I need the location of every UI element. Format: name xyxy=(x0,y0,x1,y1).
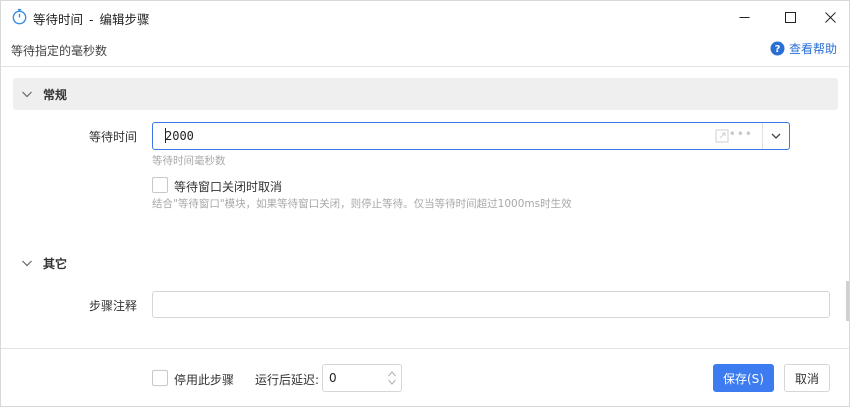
wait-time-label: 等待时间 xyxy=(88,130,137,144)
maximize-icon xyxy=(784,11,796,23)
close-button[interactable] xyxy=(807,1,850,33)
cancel-on-close-checkbox[interactable] xyxy=(152,177,168,193)
title-bar[interactable]: 等待时间 - 编辑步骤 xyxy=(1,1,849,33)
cancel-on-close-hint: 结合"等待窗口"模块，如果等待窗口关闭，则停止等待。仅当等待时间超过1000ms… xyxy=(152,198,572,210)
expand-editor-icon[interactable] xyxy=(715,129,729,143)
delay-label: 运行后延迟: xyxy=(255,373,320,387)
delay-spinbox[interactable]: 0 xyxy=(322,364,402,392)
wait-time-combobox[interactable]: 2000 ••• xyxy=(152,122,790,150)
step-note-label: 步骤注释 xyxy=(88,299,137,313)
save-button[interactable]: 保存(S) xyxy=(713,364,774,392)
edit-step-dialog: 等待时间-编辑步骤 等待指定的毫秒数 ? 查看帮助 常规 等待时间 2000 xyxy=(0,0,850,407)
svg-text:?: ? xyxy=(775,44,781,55)
window-title-separator: - xyxy=(89,12,94,27)
scrollbar[interactable] xyxy=(846,281,849,321)
delay-value[interactable]: 0 xyxy=(329,371,337,385)
cancel-button[interactable]: 取消 xyxy=(784,364,830,392)
more-options-icon[interactable]: ••• xyxy=(729,127,753,141)
stopwatch-icon xyxy=(12,8,27,25)
disable-step-label[interactable]: 停用此步骤 xyxy=(174,371,234,388)
text-caret xyxy=(165,128,166,143)
close-icon xyxy=(824,11,836,23)
cancel-on-close-label[interactable]: 等待窗口关闭时取消 xyxy=(174,178,282,195)
step-note-input[interactable] xyxy=(152,291,830,318)
wait-time-input[interactable]: 2000 xyxy=(153,129,789,143)
question-circle-icon: ? xyxy=(770,41,785,56)
wait-time-hint: 等待时间毫秒数 xyxy=(152,155,226,167)
minimize-button[interactable] xyxy=(721,1,767,33)
section-general-label: 常规 xyxy=(43,87,68,102)
section-other-header[interactable]: 其它 xyxy=(13,247,838,279)
chevron-down-icon xyxy=(22,91,32,98)
section-general-header[interactable]: 常规 xyxy=(13,78,838,110)
minimize-icon xyxy=(739,16,749,18)
help-link-label: 查看帮助 xyxy=(788,42,837,56)
section-other-label: 其它 xyxy=(43,256,68,271)
step-description: 等待指定的毫秒数 xyxy=(11,44,108,58)
disable-step-checkbox[interactable] xyxy=(152,370,168,386)
window-title: 等待时间 - 编辑步骤 xyxy=(33,9,150,28)
spin-arrows-icon[interactable] xyxy=(387,369,397,387)
combo-separator xyxy=(762,123,763,149)
footer-divider xyxy=(1,348,849,349)
header-divider xyxy=(1,66,849,67)
help-link[interactable]: ? 查看帮助 xyxy=(770,40,837,57)
window-title-suffix: 编辑步骤 xyxy=(99,12,150,27)
chevron-down-icon xyxy=(22,260,32,267)
window-title-name: 等待时间 xyxy=(33,12,84,27)
chevron-down-icon[interactable] xyxy=(769,129,783,143)
